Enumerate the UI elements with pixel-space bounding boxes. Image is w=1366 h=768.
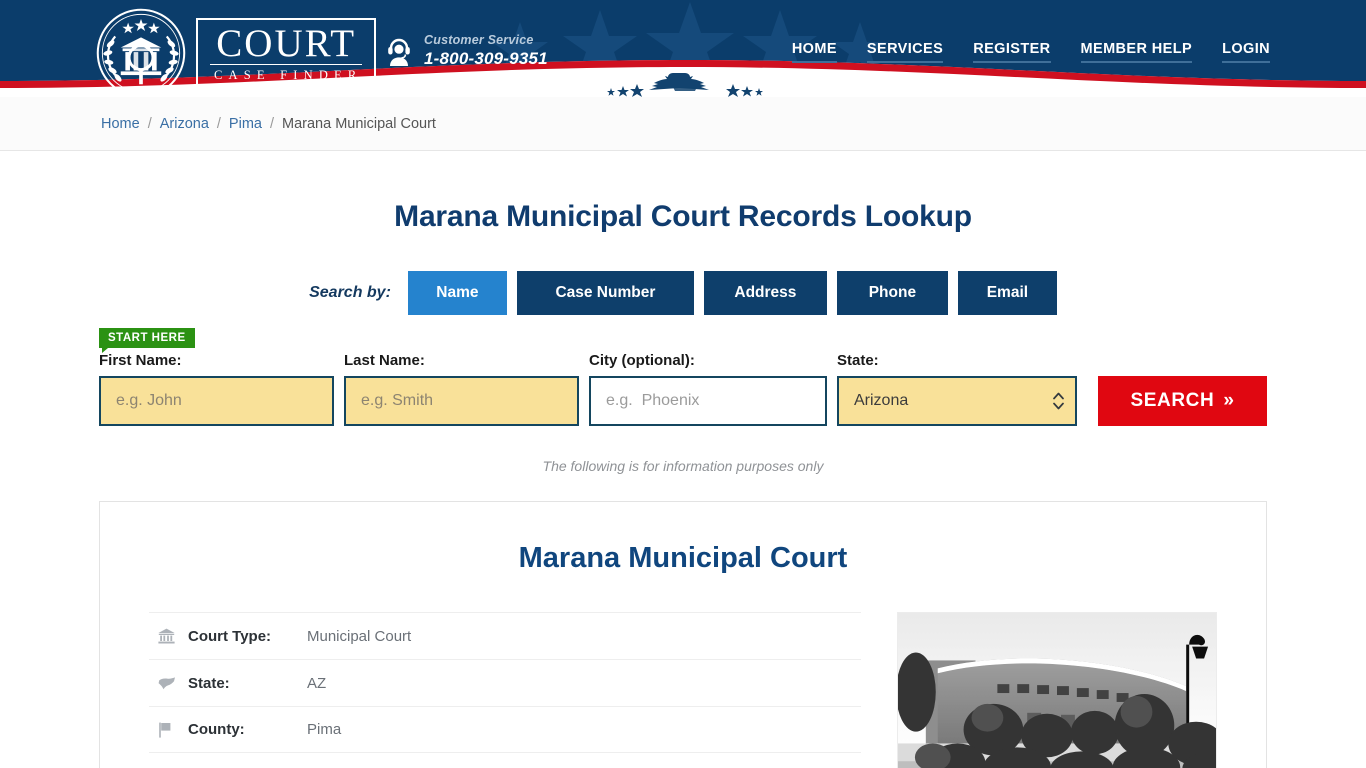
search-form: START HERE First Name: Last Name: City (… [0,328,1366,426]
city-input[interactable] [589,376,827,426]
logo-main-text: COURT [210,23,363,66]
state-label: State: [837,352,879,369]
breadcrumb-item-arizona[interactable]: Arizona [160,116,209,132]
court-info-card: Marana Municipal Court Court Type: Munic… [99,501,1267,768]
court-name-heading: Marana Municipal Court [518,542,848,574]
breadcrumb-item-home[interactable]: Home [101,116,140,132]
tab-address[interactable]: Address [703,271,827,315]
last-name-input[interactable] [344,376,579,426]
page-title: Marana Municipal Court Records Lookup [394,200,972,233]
disclaimer-text: The following is for information purpose… [542,458,824,474]
courthouse-photo [897,612,1217,768]
state-field-group: State: Arizona [837,352,1077,426]
detail-value: AZ [307,674,327,692]
search-button[interactable]: SEARCH » [1098,376,1267,426]
nav-services[interactable]: SERVICES [866,41,944,63]
main-content: Marana Municipal Court Records Lookup Se… [0,151,1366,768]
last-name-field-group: Last Name: [344,352,579,426]
detail-row-state: State: AZ [149,659,861,706]
headset-support-icon [388,38,410,66]
detail-value: Municipal Court [307,627,412,645]
nav-register[interactable]: REGISTER [973,41,1051,63]
logo-wordmark: COURT CASE FINDER [196,17,377,89]
first-name-field-group: First Name: [99,352,334,426]
detail-row-court-type: Court Type: Municipal Court [149,612,861,659]
site-logo[interactable]: COURT CASE FINDER [95,7,377,97]
eagle-crest-icon [607,73,763,97]
detail-label: County: [188,721,245,738]
city-label: City (optional): [589,352,695,369]
nav-member-help[interactable]: MEMBER HELP [1080,41,1193,63]
search-by-label: Search by: [309,284,391,301]
nav-login[interactable]: LOGIN [1222,41,1270,63]
breadcrumb-bar: Home / Arizona / Pima / Marana Municipal… [0,97,1366,151]
city-field-group: City (optional): [589,352,827,426]
court-detail-list: Court Type: Municipal Court State: AZ Co… [149,612,861,768]
breadcrumb-separator: / [269,115,274,132]
tab-email[interactable]: Email [957,271,1057,315]
court-emblem-icon [96,8,186,97]
logo-sub-text: CASE FINDER [214,68,363,83]
double-chevron-right-icon: » [1223,390,1235,411]
customer-service-phone[interactable]: 1-800-309-9351 [424,49,548,69]
detail-label: Court Type: [188,627,272,645]
breadcrumb-separator: / [216,115,221,132]
first-name-input[interactable] [99,376,334,426]
detail-row-county: County: Pima [149,706,861,753]
customer-service-label: Customer Service [424,33,534,47]
main-navigation: HOME SERVICES REGISTER MEMBER HELP LOGIN [791,41,1270,63]
bank-institution-icon [158,628,188,644]
customer-service-block: Customer Service 1-800-309-9351 [385,33,548,69]
start-here-badge: START HERE [99,328,195,353]
last-name-label: Last Name: [344,352,425,369]
detail-label: State: [188,674,230,692]
detail-value: Pima [307,721,342,738]
tab-case-number[interactable]: Case Number [516,271,694,315]
breadcrumb-item-current: Marana Municipal Court [282,115,436,132]
nav-home[interactable]: HOME [791,41,837,63]
state-select[interactable]: Arizona [837,376,1077,426]
site-header: COURT CASE FINDER Customer Service 1-800… [0,0,1366,97]
usa-map-icon [158,676,188,690]
search-button-label: SEARCH [1130,390,1215,411]
first-name-label: First Name: [99,352,182,369]
search-by-tabs: Search by: Name Case Number Address Phon… [0,271,1366,315]
tab-name[interactable]: Name [407,271,507,315]
tab-phone[interactable]: Phone [836,271,948,315]
breadcrumb: Home / Arizona / Pima / Marana Municipal… [101,116,436,132]
breadcrumb-separator: / [147,115,152,132]
breadcrumb-item-pima[interactable]: Pima [229,116,262,132]
flag-icon [158,722,188,738]
